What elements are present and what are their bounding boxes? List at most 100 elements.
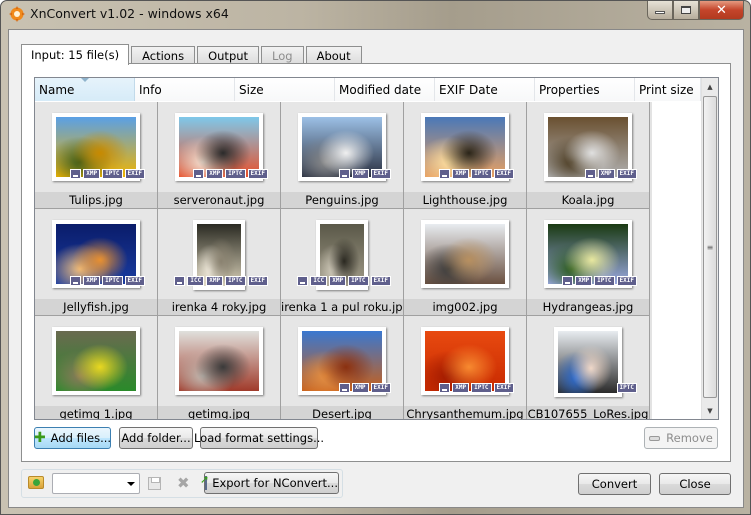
close-window-button[interactable]: ✕ bbox=[699, 1, 744, 20]
file-item[interactable]: XMP IPTC EXIF serveronaut.jpg bbox=[158, 102, 281, 209]
file-item[interactable]: ICC XMP IPTC EXIF irenka 1 a pul roku.jpg bbox=[281, 209, 404, 316]
convert-button[interactable]: Convert bbox=[578, 473, 651, 495]
preset-combo[interactable] bbox=[52, 473, 140, 494]
file-item[interactable]: XMP EXIF Penguins.jpg bbox=[281, 102, 404, 209]
metadata-badge-xmp: XMP bbox=[575, 276, 593, 286]
metadata-badge-iptc: IPTC bbox=[616, 383, 637, 393]
app-window: XnConvert v1.02 - windows x64 ✕ Input: 1… bbox=[0, 0, 751, 515]
file-item[interactable]: XMP IPTC EXIF Lighthouse.jpg bbox=[404, 102, 527, 209]
column-header-info[interactable]: Info bbox=[135, 78, 235, 101]
metadata-badge-exif: EXIF bbox=[616, 169, 637, 179]
tab-input[interactable]: Input: 15 file(s) bbox=[21, 44, 130, 65]
metadata-blank-badge-icon bbox=[562, 276, 574, 286]
maximize-icon bbox=[681, 6, 691, 14]
file-name: Penguins.jpg bbox=[281, 192, 403, 208]
folder-open-icon[interactable] bbox=[28, 476, 44, 489]
sort-descending-icon bbox=[81, 78, 89, 82]
metadata-badges: XMP EXIF bbox=[338, 169, 391, 179]
metadata-badge-icc: ICC bbox=[310, 276, 328, 286]
metadata-badge-xmp: XMP bbox=[206, 169, 224, 179]
add-folder-button[interactable]: Add folder... bbox=[119, 427, 193, 449]
thumbnail-image bbox=[425, 331, 505, 391]
metadata-badges: XMP IPTC EXIF bbox=[70, 169, 145, 179]
vertical-scrollbar[interactable]: ▲ ≡ ▼ bbox=[701, 78, 718, 419]
metadata-blank-badge-icon bbox=[70, 276, 82, 286]
metadata-badge-exif: EXIF bbox=[493, 383, 514, 393]
scroll-up-arrow-icon[interactable]: ▲ bbox=[702, 78, 718, 95]
minimize-button[interactable] bbox=[647, 1, 673, 20]
file-item[interactable]: XMP IPTC EXIF Jellyfish.jpg bbox=[35, 209, 158, 316]
column-header-properties[interactable]: Properties bbox=[535, 78, 635, 101]
file-thumbnail bbox=[175, 327, 263, 395]
metadata-badge-xmp: XMP bbox=[597, 169, 615, 179]
metadata-blank-badge-icon bbox=[297, 276, 309, 286]
metadata-badge-iptc: IPTC bbox=[471, 383, 492, 393]
thumbnail-image bbox=[56, 331, 136, 391]
main-panel: Input: 15 file(s) Actions Output Log Abo… bbox=[8, 29, 744, 508]
dropdown-arrow-icon bbox=[127, 482, 135, 486]
metadata-badges: XMP EXIF bbox=[338, 383, 391, 393]
scrollbar-thumb[interactable]: ≡ bbox=[703, 96, 717, 398]
column-header-print-size[interactable]: Print size bbox=[635, 78, 701, 101]
minus-icon bbox=[649, 435, 661, 441]
scroll-down-arrow-icon[interactable]: ▼ bbox=[702, 402, 718, 419]
column-header-modified-date[interactable]: Modified date bbox=[335, 78, 435, 101]
metadata-badges: ICC XMP IPTC EXIF bbox=[174, 276, 268, 286]
metadata-badge-iptc: IPTC bbox=[348, 276, 369, 286]
column-header-exif-date[interactable]: EXIF Date bbox=[435, 78, 535, 101]
file-item[interactable]: XMP IPTC EXIF Tulips.jpg bbox=[35, 102, 158, 209]
thumbnail-grid: XMP IPTC EXIF Tulips.jpg XMP IPTC EXIF serveron… bbox=[35, 102, 652, 419]
tab-output[interactable]: Output bbox=[197, 46, 260, 64]
load-format-settings-button[interactable]: Load format settings... bbox=[194, 427, 324, 449]
tab-actions[interactable]: Actions bbox=[131, 46, 196, 64]
metadata-badges: XMP IPTC EXIF bbox=[562, 276, 637, 286]
metadata-badge-xmp: XMP bbox=[452, 169, 470, 179]
column-header-name[interactable]: Name bbox=[35, 78, 135, 101]
metadata-badge-exif: EXIF bbox=[247, 276, 268, 286]
file-item[interactable]: XMP EXIF Koala.jpg bbox=[527, 102, 650, 209]
list-header: Name Info Size Modified date EXIF Date P… bbox=[35, 78, 701, 101]
metadata-badges: XMP IPTC EXIF bbox=[439, 169, 514, 179]
tab-log[interactable]: Log bbox=[261, 46, 304, 64]
close-button[interactable]: Close bbox=[659, 473, 731, 495]
floppy-disk-icon[interactable] bbox=[148, 477, 161, 490]
file-item[interactable]: XMP IPTC EXIF Hydrangeas.jpg bbox=[527, 209, 650, 316]
file-item[interactable]: getimg 1.jpg bbox=[35, 316, 158, 419]
plus-icon: ✚ bbox=[33, 430, 46, 446]
metadata-blank-badge-icon bbox=[338, 169, 350, 179]
column-header-size[interactable]: Size bbox=[235, 78, 335, 101]
title-bar[interactable]: XnConvert v1.02 - windows x64 ✕ bbox=[1, 1, 750, 27]
file-item[interactable]: XMP IPTC EXIF Chrysanthemum.jpg bbox=[404, 316, 527, 419]
metadata-badge-exif: EXIF bbox=[124, 276, 145, 286]
file-thumbnail bbox=[52, 327, 140, 395]
metadata-blank-badge-icon bbox=[174, 276, 186, 286]
close-icon: ✕ bbox=[716, 2, 727, 18]
file-name: Hydrangeas.jpg bbox=[527, 299, 649, 315]
file-item[interactable]: XMP EXIF Desert.jpg bbox=[281, 316, 404, 419]
add-files-button[interactable]: ✚ Add files... bbox=[34, 427, 111, 449]
file-name: Koala.jpg bbox=[527, 192, 649, 208]
file-item[interactable]: ICC XMP IPTC EXIF irenka 4 roky.jpg bbox=[158, 209, 281, 316]
file-name: irenka 4 roky.jpg bbox=[158, 299, 280, 315]
remove-button[interactable]: Remove bbox=[644, 427, 718, 449]
metadata-badge-xmp: XMP bbox=[206, 276, 224, 286]
thumbnail-image bbox=[548, 117, 628, 177]
input-tab-panel: Name Info Size Modified date EXIF Date P… bbox=[21, 63, 731, 462]
metadata-badge-exif: EXIF bbox=[370, 276, 391, 286]
metadata-badge-xmp: XMP bbox=[351, 169, 369, 179]
metadata-badge-exif: EXIF bbox=[370, 169, 391, 179]
export-arrow-icon: ➚ bbox=[200, 473, 209, 490]
metadata-badge-iptc: IPTC bbox=[471, 169, 492, 179]
metadata-badge-xmp: XMP bbox=[452, 383, 470, 393]
metadata-badges: XMP IPTC EXIF bbox=[439, 383, 514, 393]
export-for-nconvert-button[interactable]: ➚ Export for NConvert... bbox=[200, 472, 339, 494]
file-item[interactable]: IPTC CB107655_LoRes.jpg bbox=[527, 316, 650, 419]
metadata-badge-iptc: IPTC bbox=[102, 169, 123, 179]
file-item[interactable]: getimg.jpg bbox=[158, 316, 281, 419]
maximize-button[interactable] bbox=[673, 1, 699, 20]
delete-x-icon[interactable]: ✖ bbox=[177, 474, 190, 492]
metadata-blank-badge-icon bbox=[70, 169, 82, 179]
tab-about[interactable]: About bbox=[305, 46, 362, 64]
file-list[interactable]: Name Info Size Modified date EXIF Date P… bbox=[34, 77, 719, 420]
file-item[interactable]: img002.jpg bbox=[404, 209, 527, 316]
